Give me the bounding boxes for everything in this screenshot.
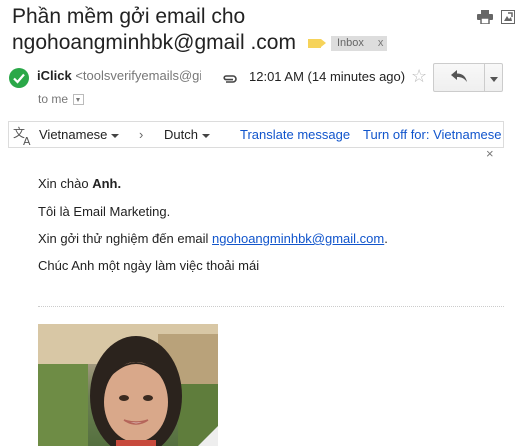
subject-actions: [477, 10, 515, 24]
show-details-button[interactable]: [73, 94, 85, 106]
recipients: to me: [38, 92, 85, 106]
more-actions-button[interactable]: [485, 64, 502, 91]
new-window-icon[interactable]: [501, 10, 515, 24]
source-language-select[interactable]: Vietnamese: [39, 127, 119, 142]
close-translate-bar-button[interactable]: ×: [486, 146, 494, 161]
body-line-intro: Tôi là Email Marketing.: [38, 204, 171, 219]
svg-text:A: A: [23, 135, 31, 146]
reply-button-group: [433, 63, 503, 92]
chevron-down-icon: [489, 69, 498, 87]
to-me-label: to me: [38, 92, 69, 106]
verified-check-icon: [9, 68, 29, 88]
body-line-greeting: Xin chào Anh.: [38, 176, 121, 191]
remove-label-button[interactable]: x: [378, 37, 384, 49]
label-chip-inbox[interactable]: Inbox x: [330, 35, 388, 51]
sender-name: iClick: [37, 68, 72, 83]
label-chip-text: Inbox: [336, 36, 364, 49]
paperclip-icon: [222, 71, 238, 89]
translate-icon: 文A: [13, 125, 33, 149]
target-language-select[interactable]: Dutch: [164, 127, 210, 142]
email-link[interactable]: ngohoangminhbk@gmail.com: [212, 231, 384, 246]
test-text-end: .: [384, 231, 388, 246]
translate-bar: 文A Vietnamese › Dutch Translate message …: [8, 121, 504, 148]
sender[interactable]: iClick <toolsverifyemails@gi: [37, 68, 201, 83]
body-line-closing: Chúc Anh một ngày làm việc thoải mái: [38, 258, 260, 273]
greeting-text: Xin chào: [38, 176, 93, 191]
email-time: 12:01 AM (14 minutes ago): [249, 69, 406, 84]
arrow-right-icon: ›: [139, 127, 144, 142]
greeting-name: Anh.: [92, 176, 122, 191]
embedded-photo[interactable]: [38, 324, 218, 446]
body-line-test: Xin gởi thử nghiệm đến email ngohoangmin…: [38, 231, 388, 246]
quoted-divider: [38, 306, 504, 307]
star-icon[interactable]: ☆: [411, 66, 427, 87]
email-subject: Phần mềm gởi email cho ngohoangminhbk@gm…: [12, 4, 452, 56]
translate-message-link[interactable]: Translate message: [240, 127, 350, 142]
turn-off-translation-link[interactable]: Turn off for: Vietnamese: [363, 127, 502, 142]
print-icon[interactable]: [477, 10, 493, 24]
sender-email: <toolsverifyemails@gi: [75, 68, 201, 83]
important-marker-icon[interactable]: [307, 38, 326, 48]
reply-icon: [451, 69, 467, 87]
reply-button[interactable]: [434, 64, 485, 91]
test-text: Xin gởi thử nghiệm đến email: [38, 231, 213, 246]
subject-text: Phần mềm gởi email cho ngohoangminhbk@gm…: [12, 5, 296, 54]
